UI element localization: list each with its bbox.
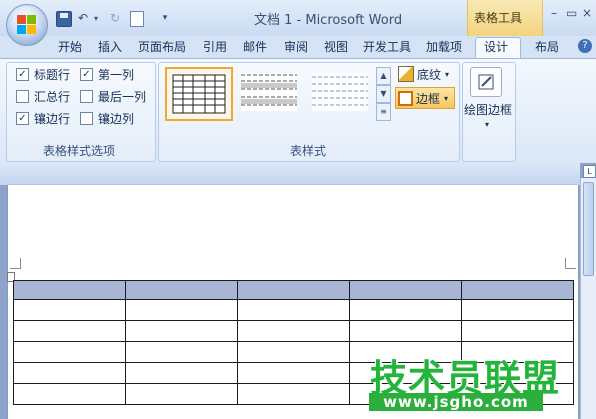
first-column-label: 第一列 — [98, 68, 135, 82]
total-row-checkbox[interactable]: 汇总行 — [16, 88, 70, 105]
minimize-button[interactable]: – — [551, 6, 557, 20]
draw-borders-dropdown-icon[interactable]: ▾ — [485, 120, 489, 129]
table-styles-label: 表样式 — [290, 144, 327, 158]
maximize-button[interactable]: ▭ — [566, 6, 577, 20]
save-icon[interactable] — [56, 11, 72, 27]
table-cell[interactable] — [237, 362, 350, 384]
tab-layout[interactable]: 布局 — [535, 38, 559, 55]
margin-corner-mark — [565, 258, 576, 269]
tab-page-layout[interactable]: 页面布局 — [138, 38, 186, 55]
shading-label: 底纹 — [417, 67, 442, 82]
table-cell[interactable] — [13, 341, 126, 363]
paint-bucket-icon — [398, 66, 414, 82]
table-cell[interactable] — [125, 362, 238, 384]
borders-dropdown-icon: ▾ — [444, 93, 449, 103]
table-style-swatch-light[interactable] — [308, 67, 372, 117]
office-button[interactable] — [6, 4, 48, 46]
last-column-checkbox[interactable]: 最后一列 — [80, 88, 146, 105]
margin-corner-mark — [10, 258, 21, 269]
tab-design[interactable]: 设计 — [484, 38, 508, 55]
table-cell[interactable] — [237, 280, 350, 300]
tab-view[interactable]: 视图 — [324, 38, 348, 55]
customize-toolbar-icon[interactable]: ▾ — [160, 10, 170, 26]
table-row — [13, 320, 574, 342]
window-title: 文档 1 - Microsoft Word — [254, 13, 403, 28]
table-cell[interactable] — [237, 320, 350, 342]
redo-icon[interactable]: ↻ — [108, 10, 122, 26]
ruler-tab-icon[interactable]: L — [583, 165, 596, 178]
last-column-label: 最后一列 — [98, 90, 147, 104]
table-cell[interactable] — [349, 320, 462, 342]
scrollbar-thumb[interactable] — [583, 182, 594, 276]
shading-dropdown-icon: ▾ — [445, 69, 450, 79]
tab-addins[interactable]: 加载项 — [426, 38, 462, 55]
borders-label: 边框 — [416, 91, 441, 106]
total-row-checkbox-box[interactable] — [16, 90, 29, 103]
watermark-url: www.jsgho.com — [369, 393, 543, 411]
table-cell[interactable] — [125, 299, 238, 321]
tab-developer[interactable]: 开发工具 — [363, 38, 411, 55]
table-cell[interactable] — [13, 362, 126, 384]
table-cell[interactable] — [13, 320, 126, 342]
first-column-checkbox-box[interactable]: ✓ — [80, 68, 93, 81]
total-row-label: 汇总行 — [34, 90, 71, 104]
header-row-label: 标题行 — [34, 68, 71, 82]
table-cell[interactable] — [125, 320, 238, 342]
table-cell[interactable] — [125, 383, 238, 405]
banded-rows-label: 镶边行 — [34, 112, 71, 126]
new-document-icon[interactable] — [130, 11, 144, 27]
table-cell[interactable] — [461, 299, 574, 321]
table-style-swatch-grid[interactable] — [165, 67, 233, 121]
tab-review[interactable]: 审阅 — [284, 38, 308, 55]
table-cell[interactable] — [13, 280, 126, 300]
table-style-light-icon — [312, 73, 368, 111]
table-style-swatch-shaded[interactable] — [237, 67, 301, 117]
gallery-scroll-down-button[interactable]: ▼ — [376, 85, 391, 103]
banded-rows-checkbox[interactable]: ✓ 镶边行 — [16, 110, 70, 127]
table-cell[interactable] — [13, 383, 126, 405]
table-cell[interactable] — [237, 341, 350, 363]
table-cell[interactable] — [461, 320, 574, 342]
shading-button[interactable]: 底纹 ▾ — [396, 64, 449, 84]
table-cell[interactable] — [237, 383, 350, 405]
banded-columns-checkbox[interactable]: 镶边列 — [80, 110, 134, 127]
table-cell[interactable] — [13, 299, 126, 321]
table-style-shaded-icon — [241, 73, 297, 111]
gallery-more-button[interactable]: ≡ — [376, 103, 391, 121]
banded-columns-label: 镶边列 — [98, 112, 135, 126]
banded-columns-checkbox-box[interactable] — [80, 112, 93, 125]
borders-icon — [398, 90, 413, 106]
table-header-row — [13, 280, 574, 300]
draw-borders-label[interactable]: 绘图边框 — [464, 101, 512, 118]
banded-rows-checkbox-box[interactable]: ✓ — [16, 112, 29, 125]
table-cell[interactable] — [461, 280, 574, 300]
office-logo-icon — [17, 15, 37, 35]
table-style-options-label: 表格样式选项 — [43, 144, 116, 158]
last-column-checkbox-box[interactable] — [80, 90, 93, 103]
header-row-checkbox[interactable]: ✓ 标题行 — [16, 66, 70, 83]
table-cell[interactable] — [125, 280, 238, 300]
table-cell[interactable] — [349, 280, 462, 300]
borders-button[interactable]: 边框 ▾ — [395, 87, 455, 109]
tab-insert[interactable]: 插入 — [98, 38, 122, 55]
table-cell[interactable] — [349, 299, 462, 321]
tab-home[interactable]: 开始 — [58, 38, 82, 55]
undo-icon[interactable]: ↶ — [76, 10, 90, 26]
table-row — [13, 299, 574, 321]
ruler — [0, 163, 580, 185]
undo-dropdown-icon[interactable]: ▾ — [92, 10, 100, 26]
help-icon[interactable]: ? — [578, 39, 592, 53]
pencil-table-icon — [478, 74, 494, 90]
header-row-checkbox-box[interactable]: ✓ — [16, 68, 29, 81]
table-style-grid-icon — [172, 74, 226, 114]
first-column-checkbox[interactable]: ✓ 第一列 — [80, 66, 134, 83]
gallery-scroll-up-button[interactable]: ▲ — [376, 67, 391, 85]
table-cell[interactable] — [125, 341, 238, 363]
table-cell[interactable] — [237, 299, 350, 321]
context-tools-title: 表格工具 — [474, 11, 523, 25]
draw-borders-button[interactable] — [470, 67, 502, 97]
tab-references[interactable]: 引用 — [203, 38, 227, 55]
close-button[interactable]: × — [582, 6, 592, 20]
tab-mailings[interactable]: 邮件 — [243, 38, 267, 55]
